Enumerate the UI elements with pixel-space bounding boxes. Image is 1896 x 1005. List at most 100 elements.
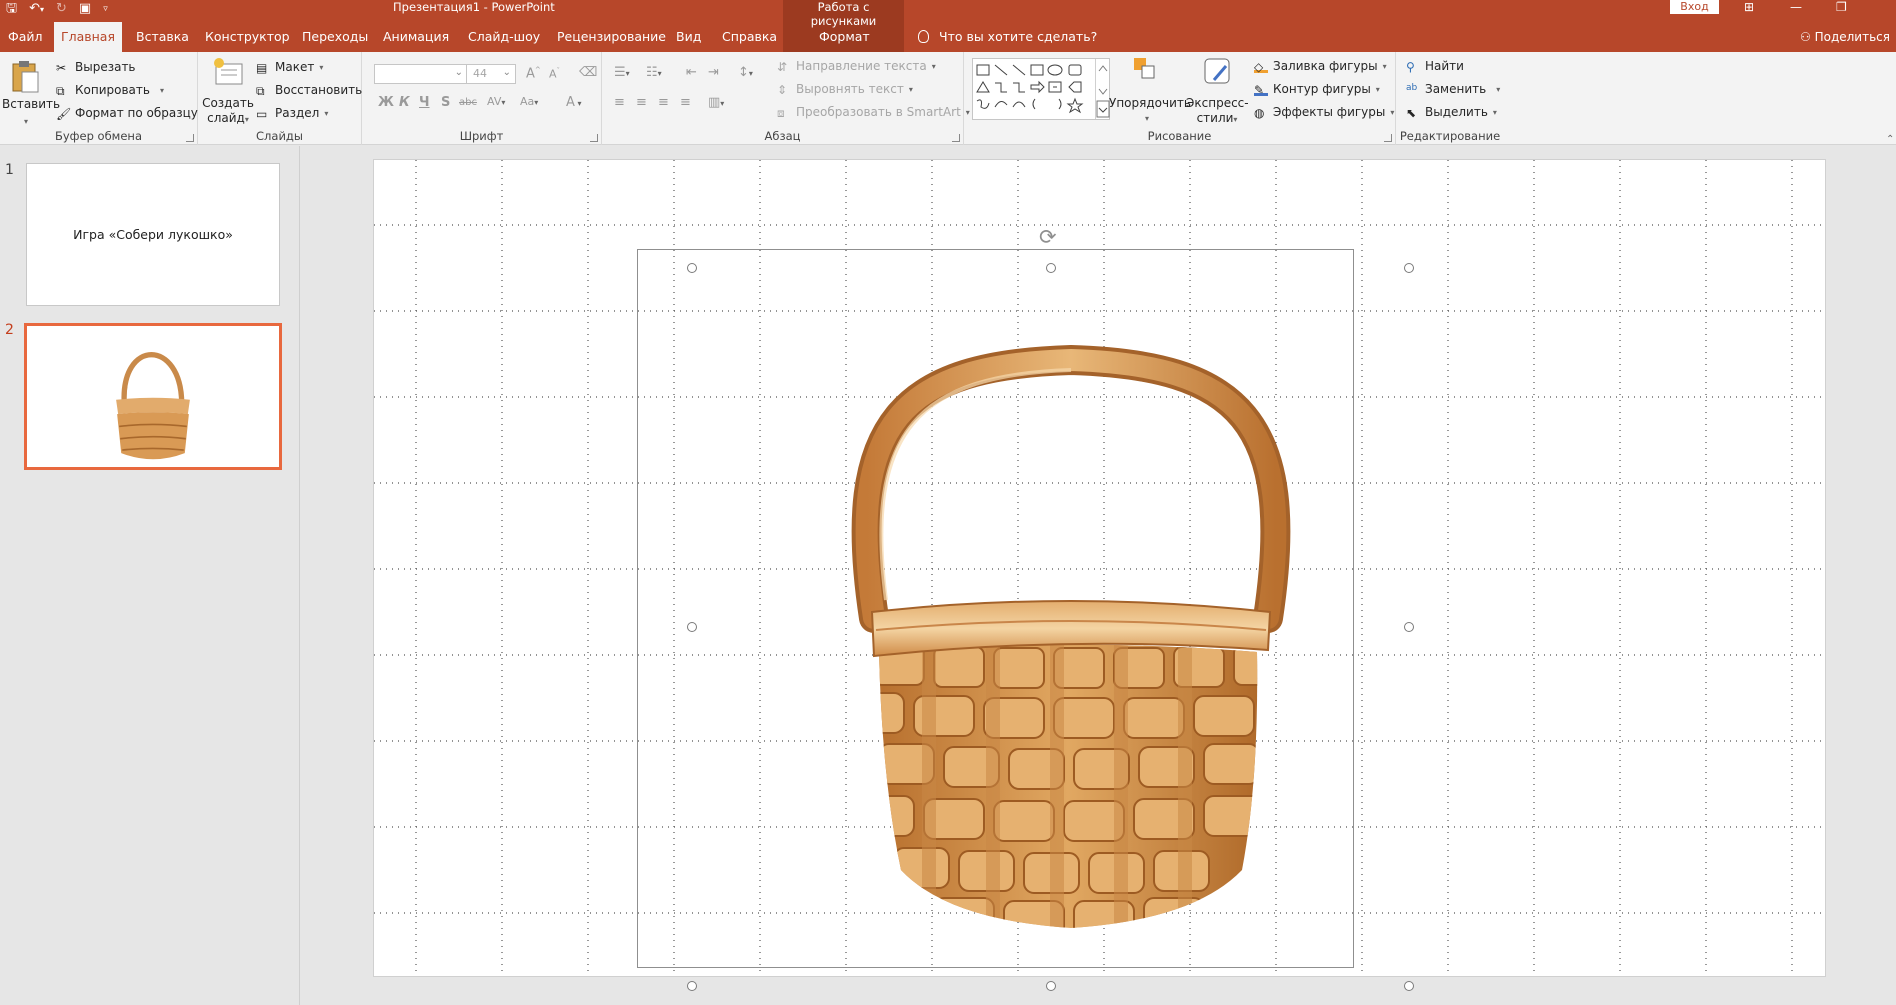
- gallery-scroll[interactable]: [1095, 59, 1110, 119]
- editing-group-label: Редактирование: [1399, 129, 1501, 143]
- tab-insert[interactable]: Вставка: [136, 18, 189, 52]
- resize-handle-top-right[interactable]: [1404, 263, 1414, 273]
- columns-icon[interactable]: ▥▾: [708, 95, 724, 110]
- paste-button[interactable]: Вставить: [2, 97, 60, 112]
- bold-button[interactable]: Ж: [378, 95, 394, 110]
- numbering-icon[interactable]: ☷▾: [646, 65, 662, 80]
- font-name-combo[interactable]: ⌄: [374, 64, 468, 84]
- resize-handle-top[interactable]: [1046, 263, 1056, 273]
- clear-formatting-icon[interactable]: ⌫: [579, 65, 597, 80]
- italic-button[interactable]: К: [399, 95, 410, 110]
- format-painter-button[interactable]: 🖌 Формат по образцу: [56, 106, 198, 121]
- change-case-button[interactable]: Аа▾: [520, 95, 538, 108]
- copy-button[interactable]: ⧉ Копировать ▾: [56, 83, 164, 98]
- paste-dropdown-icon[interactable]: ▾: [24, 117, 28, 126]
- resize-handle-bottom[interactable]: [1046, 981, 1056, 991]
- collapse-ribbon-icon[interactable]: ⌃: [1886, 134, 1894, 145]
- redo-icon[interactable]: ↻: [56, 0, 67, 18]
- shrink-font-icon[interactable]: Aˇ: [549, 67, 560, 81]
- resize-handle-top-left[interactable]: [687, 263, 697, 273]
- find-button[interactable]: ⚲ Найти: [1406, 59, 1464, 74]
- tell-me-search[interactable]: Что вы хотите сделать?: [918, 18, 1097, 52]
- undo-icon[interactable]: ↶▾: [29, 0, 44, 19]
- align-right-icon[interactable]: ≡: [658, 95, 669, 110]
- minimize-icon[interactable]: —: [1790, 0, 1802, 14]
- start-from-beginning-icon[interactable]: ▣: [79, 0, 91, 18]
- justify-icon[interactable]: ≡: [680, 95, 691, 110]
- slide-canvas[interactable]: [373, 159, 1826, 977]
- slide-thumbnail-2[interactable]: [24, 323, 282, 470]
- clipboard-launcher-icon[interactable]: [186, 134, 194, 142]
- strikethrough-button[interactable]: abc: [459, 97, 477, 108]
- quick-styles-icon[interactable]: [1202, 56, 1232, 92]
- arrange-icon[interactable]: [1132, 56, 1158, 86]
- select-button[interactable]: ⬉ Выделить ▾: [1406, 105, 1497, 120]
- grow-font-icon[interactable]: A^: [526, 66, 541, 81]
- tab-home[interactable]: Главная: [54, 22, 122, 52]
- tab-file[interactable]: Файл: [8, 18, 43, 52]
- copy-dropdown-icon[interactable]: ▾: [155, 86, 164, 95]
- text-direction-button[interactable]: ⇵ Направление текста ▾: [777, 59, 936, 74]
- increase-indent-icon[interactable]: ⇥: [708, 65, 719, 80]
- arrange-dropdown-icon[interactable]: ▾: [1145, 114, 1149, 123]
- cut-label: Вырезать: [75, 60, 136, 74]
- new-slide-icon[interactable]: [212, 56, 244, 92]
- paragraph-launcher-icon[interactable]: [952, 134, 960, 142]
- convert-smartart-button[interactable]: ⧈ Преобразовать в SmartArt ▾: [777, 105, 970, 120]
- lightbulb-icon: [918, 30, 929, 43]
- quick-styles-button[interactable]: стили▾: [1186, 111, 1248, 127]
- new-slide-label-1[interactable]: Создать: [202, 96, 254, 111]
- resize-handle-bottom-right[interactable]: [1404, 981, 1414, 991]
- font-color-button[interactable]: A ▾: [566, 95, 581, 110]
- cut-button[interactable]: ✂ Вырезать: [56, 60, 136, 75]
- line-spacing-icon[interactable]: ↕▾: [738, 65, 753, 80]
- align-center-icon[interactable]: ≡: [636, 95, 647, 110]
- quick-styles-label-1[interactable]: Экспресс-: [1186, 96, 1249, 111]
- tab-review[interactable]: Рецензирование: [557, 18, 666, 52]
- text-shadow-button[interactable]: S: [441, 95, 450, 110]
- save-icon[interactable]: 🖫: [6, 0, 17, 18]
- new-slide-dropdown-icon[interactable]: ▾: [245, 115, 249, 124]
- clipboard-group-label: Буфер обмена: [54, 129, 142, 143]
- shapes-gallery[interactable]: [972, 58, 1110, 120]
- tab-help[interactable]: Справка: [722, 18, 777, 52]
- layout-button[interactable]: ▤ Макет ▾: [256, 60, 323, 75]
- customize-qat-icon[interactable]: ▿: [103, 0, 108, 18]
- shape-fill-button[interactable]: ◇ Заливка фигуры ▾: [1254, 59, 1387, 74]
- reset-button[interactable]: ⧉ Восстановить: [256, 83, 362, 98]
- char-spacing-button[interactable]: AV▾: [487, 95, 505, 108]
- replace-button[interactable]: ab Заменить ▾: [1406, 82, 1500, 96]
- arrange-button[interactable]: Упорядочить: [1109, 96, 1191, 111]
- align-left-icon[interactable]: ≡: [614, 95, 625, 110]
- resize-handle-left[interactable]: [687, 622, 697, 632]
- rotate-handle-icon[interactable]: ⟳: [1039, 225, 1057, 249]
- paste-icon[interactable]: [10, 60, 40, 94]
- sign-in-button[interactable]: Вход: [1670, 0, 1719, 14]
- ribbon-display-options-icon[interactable]: ⊞: [1744, 0, 1754, 14]
- section-button[interactable]: ▭ Раздел ▾: [256, 106, 328, 121]
- restore-icon[interactable]: ❐: [1836, 0, 1847, 14]
- quick-styles-label-2: стили: [1196, 111, 1234, 125]
- font-launcher-icon[interactable]: [590, 134, 598, 142]
- tab-format[interactable]: Формат: [819, 18, 870, 52]
- resize-handle-bottom-left[interactable]: [687, 981, 697, 991]
- shape-outline-button[interactable]: ✎ Контур фигуры ▾: [1254, 82, 1380, 97]
- font-size-combo[interactable]: 44 ⌄: [466, 64, 516, 84]
- tab-view[interactable]: Вид: [676, 18, 701, 52]
- clipboard-group: Вставить ▾ ✂ Вырезать ⧉ Копировать ▾ 🖌 Форм…: [0, 52, 198, 145]
- layout-icon: ▤: [256, 60, 268, 75]
- tab-slideshow[interactable]: Слайд-шоу: [468, 18, 540, 52]
- tab-design[interactable]: Конструктор: [205, 18, 290, 52]
- new-slide-button[interactable]: слайд▾: [202, 111, 254, 127]
- drawing-launcher-icon[interactable]: [1384, 134, 1392, 142]
- align-text-button[interactable]: ⇕ Выровнять текст ▾: [777, 82, 913, 97]
- underline-button[interactable]: Ч: [419, 95, 430, 110]
- slide-thumbnail-1[interactable]: Игра «Собери лукошко»: [26, 163, 280, 306]
- tab-transitions[interactable]: Переходы: [302, 18, 368, 52]
- resize-handle-right[interactable]: [1404, 622, 1414, 632]
- shape-effects-button[interactable]: ◍ Эффекты фигуры ▾: [1254, 105, 1394, 120]
- share-button[interactable]: ⚇ Поделиться: [1800, 18, 1890, 52]
- decrease-indent-icon[interactable]: ⇤: [686, 65, 697, 80]
- tab-animations[interactable]: Анимация: [383, 18, 449, 52]
- bullets-icon[interactable]: ☰▾: [614, 65, 630, 80]
